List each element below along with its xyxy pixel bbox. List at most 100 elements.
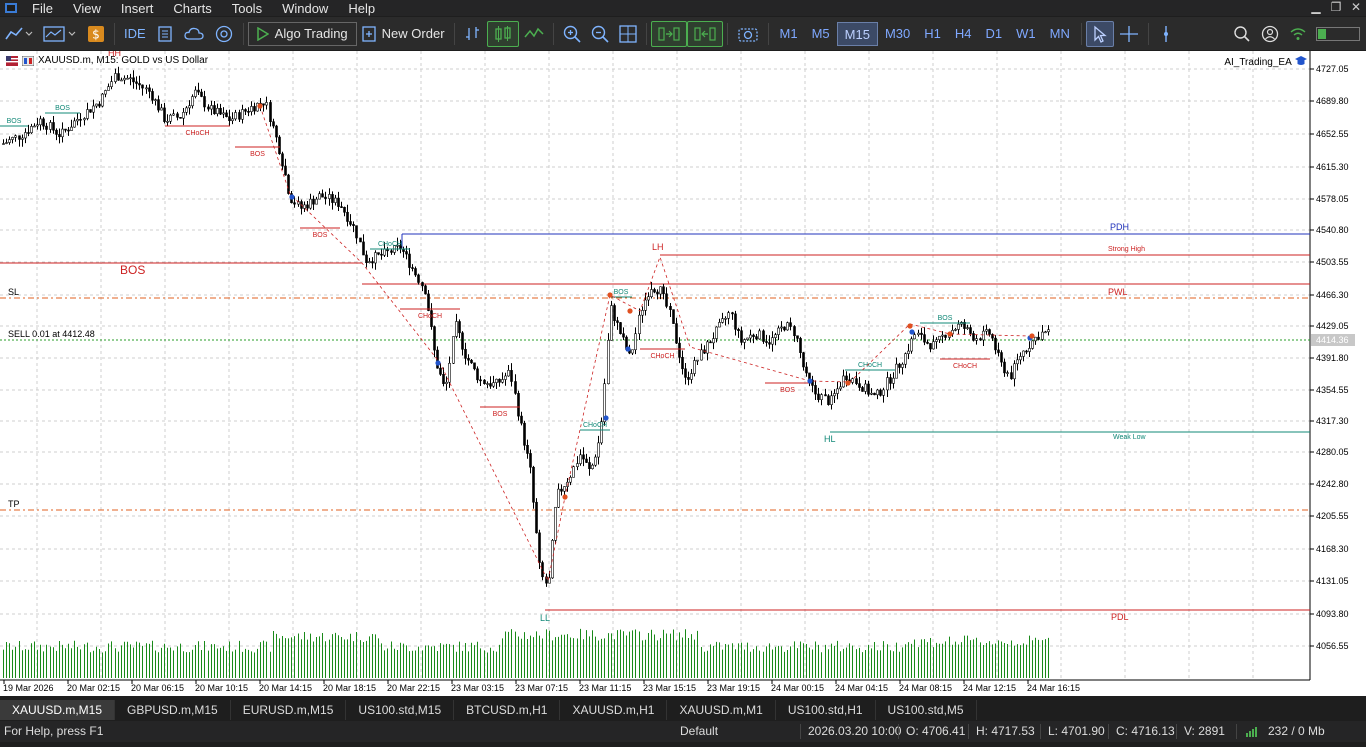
timeframe-m30[interactable]: M30 <box>878 22 917 46</box>
bar-chart-icon[interactable] <box>459 21 487 47</box>
dollar-market-icon[interactable]: $ <box>82 21 110 47</box>
candle-body <box>191 96 194 107</box>
minimize-icon[interactable]: ▁ <box>1306 0 1326 14</box>
candle-body <box>89 109 92 113</box>
current-price-label: 4414.36 <box>1316 335 1349 345</box>
price-chart[interactable]: 4727.05 4689.80 4652.55 4615.30 4578.05 4540.… <box>0 51 1366 696</box>
candle-body <box>52 122 55 131</box>
candle-body <box>281 153 284 167</box>
signals-icon[interactable] <box>209 21 239 47</box>
menu-charts[interactable]: Charts <box>163 1 221 16</box>
algo-trading-button[interactable]: Algo Trading <box>247 21 357 46</box>
candle-body <box>287 174 290 194</box>
candle-body <box>1016 359 1019 365</box>
candle-body <box>520 415 523 424</box>
timeframe-d1[interactable]: D1 <box>979 22 1010 46</box>
vertical-line-icon[interactable] <box>1153 21 1179 47</box>
candle-body <box>551 540 554 579</box>
close-icon[interactable]: ✕ <box>1346 0 1366 14</box>
chart-tab-eurusd-m15[interactable]: EURUSD.m,M15 <box>231 700 347 720</box>
candle-body <box>241 109 244 120</box>
candle-body <box>414 268 417 276</box>
candle-body <box>796 335 799 339</box>
buy-sell-panel-icon[interactable] <box>22 55 34 66</box>
candle-body <box>510 370 513 382</box>
zoom-in-icon[interactable] <box>558 21 586 47</box>
line-chart-icon[interactable] <box>519 21 549 47</box>
chart-tab-us100-m15[interactable]: US100.std,M15 <box>346 700 455 720</box>
candle-body <box>390 250 393 253</box>
label-lower-low: LL <box>540 613 550 623</box>
candle-body <box>76 118 79 122</box>
candle-body <box>870 392 873 395</box>
search-icon[interactable] <box>1228 21 1256 47</box>
menu-help[interactable]: Help <box>338 1 385 16</box>
chart-tab-xauusd-m1[interactable]: XAUUSD.m,M1 <box>667 700 776 720</box>
chart-shift-icon[interactable] <box>686 20 723 47</box>
chart-tab-us100-h1[interactable]: US100.std,H1 <box>776 700 876 720</box>
candlesticks <box>2 66 1050 587</box>
candlestick-chart-icon[interactable] <box>486 20 519 47</box>
zoom-out-icon[interactable] <box>586 21 614 47</box>
candle-body <box>467 358 470 361</box>
chart-tab-btcusd-h1[interactable]: BTCUSD.m,H1 <box>454 700 561 720</box>
account-icon[interactable] <box>1256 21 1284 47</box>
ide-button[interactable]: IDE <box>119 21 151 47</box>
profile-name[interactable]: Default <box>680 721 718 742</box>
candle-body <box>641 310 644 316</box>
candle-body <box>569 477 572 483</box>
strategy-tester-icon[interactable] <box>151 21 179 47</box>
screenshot-icon[interactable] <box>732 21 764 47</box>
candle-body <box>619 322 622 334</box>
new-order-icon <box>362 25 376 42</box>
menu-view[interactable]: View <box>63 1 111 16</box>
restore-icon[interactable]: ❐ <box>1326 0 1346 14</box>
menu-insert[interactable]: Insert <box>111 1 164 16</box>
candle-body <box>820 394 823 400</box>
choch-marker-label: CHoCH <box>378 241 402 248</box>
chart-tab-xauusd-h1[interactable]: XAUUSD.m,H1 <box>560 700 668 720</box>
candle-body <box>1025 350 1028 353</box>
chart-type-line-icon[interactable] <box>0 21 38 47</box>
candle-body <box>762 330 765 342</box>
timeframe-h1[interactable]: H1 <box>917 22 948 46</box>
candle-body <box>631 349 634 354</box>
timeframe-mn[interactable]: MN <box>1043 22 1077 46</box>
candle-body <box>532 466 535 503</box>
candle-body <box>966 327 969 329</box>
grid-icon[interactable] <box>614 21 642 47</box>
timeframe-m15[interactable]: M15 <box>836 21 878 46</box>
candle-body <box>662 286 665 295</box>
swing-point-marker <box>1029 333 1035 339</box>
candle-body <box>30 126 33 133</box>
chart-tab-xauusd-m15[interactable]: XAUUSD.m,M15 <box>0 700 116 720</box>
chart-tab-us100-m5[interactable]: US100.std,M5 <box>876 700 977 720</box>
strong-high-label: Strong High <box>1108 246 1145 253</box>
chart-tab-gbpusd-m15[interactable]: GBPUSD.m,M15 <box>115 700 231 720</box>
new-order-button[interactable]: New Order <box>357 21 450 47</box>
candle-body <box>157 99 160 111</box>
chart-window[interactable]: 4727.05 4689.80 4652.55 4615.30 4578.05 4540.… <box>0 51 1366 696</box>
timeframe-w1[interactable]: W1 <box>1009 22 1043 46</box>
timeframe-h4[interactable]: H4 <box>948 22 979 46</box>
cursor-icon[interactable] <box>1085 20 1114 47</box>
wifi-icon[interactable] <box>1284 21 1312 47</box>
menu-window[interactable]: Window <box>272 1 338 16</box>
timeframe-m5[interactable]: M5 <box>805 22 837 46</box>
candle-body <box>334 197 337 203</box>
timeframe-m1[interactable]: M1 <box>773 22 805 46</box>
autoscroll-icon[interactable] <box>650 20 687 47</box>
swing-point-marker <box>625 346 631 352</box>
price-tick-label: 4689.80 <box>1316 96 1349 106</box>
indicators-icon[interactable] <box>38 21 82 47</box>
menu-tools[interactable]: Tools <box>222 1 272 16</box>
crosshair-icon[interactable] <box>1114 21 1144 47</box>
candle-body <box>234 112 237 120</box>
cloud-icon[interactable] <box>179 21 209 47</box>
menu-file[interactable]: File <box>22 1 63 16</box>
candle-body <box>207 106 210 110</box>
candle-body <box>597 442 600 458</box>
candle-body <box>957 323 960 330</box>
candle-body <box>526 444 529 454</box>
expert-advisor-label[interactable]: AI_Trading_EA <box>1224 55 1308 68</box>
